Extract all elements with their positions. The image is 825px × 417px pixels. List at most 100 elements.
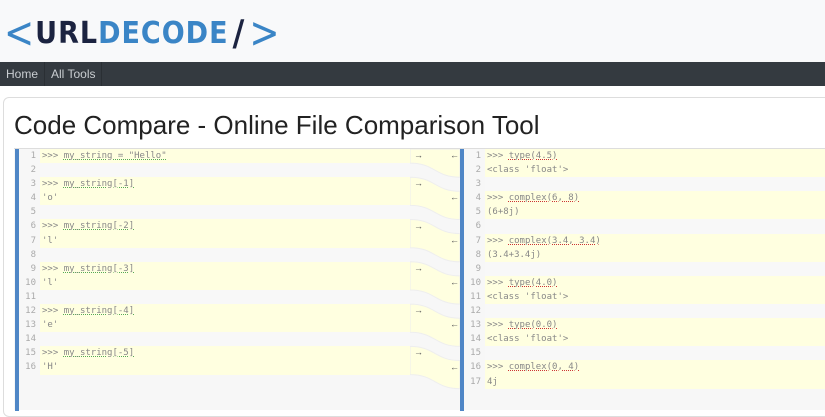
line-number: 9 [464, 261, 485, 276]
code-line: 15 >>> my_string[-5] [19, 346, 410, 361]
code-line: 17 4j [464, 374, 825, 389]
merge-right-icon[interactable]: → [414, 150, 423, 160]
line-code: (3.4+3.4j) [485, 247, 825, 262]
code-line: 15 [464, 346, 825, 361]
logo-slash: / [232, 12, 246, 54]
merge-right-icon[interactable]: → [414, 305, 423, 315]
code-line: 10 >>> type(4.0) [464, 275, 825, 290]
line-code: >>> complex(0, 4) [485, 360, 825, 375]
page-title: Code Compare - Online File Comparison To… [14, 110, 540, 140]
line-code: >>> complex(6, 8) [485, 191, 825, 206]
code-line: 9 [464, 261, 825, 276]
code-line: 11 [19, 289, 410, 305]
line-code: >>> type(4.0) [485, 275, 825, 290]
line-number: 5 [19, 205, 40, 220]
line-number: 4 [19, 191, 40, 206]
code-line: 6 [464, 219, 825, 234]
merge-right-icon[interactable]: → [414, 263, 423, 273]
code-line: 5 (6+8j) [464, 205, 825, 220]
code-line: 14 <class 'float'> [464, 332, 825, 347]
code-line: 7'l' [19, 233, 410, 248]
merge-right-icon[interactable]: → [414, 178, 423, 188]
logo-bracket-right: > [249, 7, 281, 59]
code-line: 9 >>> my_string[-3] [19, 261, 410, 276]
line-code: <class 'float'> [485, 289, 825, 305]
logo-decode: DECODE [98, 15, 229, 51]
code-line: 11 <class 'float'> [464, 289, 825, 305]
line-number: 16 [464, 360, 485, 375]
line-code [485, 261, 825, 276]
code-line: 14 [19, 332, 410, 347]
merge-left-icon[interactable]: ← [450, 235, 459, 245]
line-number: 16 [19, 360, 40, 375]
merge-right-icon[interactable]: → [414, 221, 423, 231]
line-code [485, 304, 825, 319]
line-code: >>> my_string[-4] [40, 304, 410, 319]
urldecode-logo[interactable]: < URL DECODE / > [4, 7, 281, 59]
code-line: 8 [19, 247, 410, 262]
line-number: 7 [464, 233, 485, 248]
header: < URL DECODE / > [0, 0, 825, 62]
line-code: >>> type(4.5) [485, 149, 825, 164]
line-code: >>> type(0.0) [485, 318, 825, 333]
code-line: 7 >>> complex(3.4, 3.4) [464, 233, 825, 248]
code-line: 16 >>> complex(0, 4) [464, 360, 825, 375]
line-number: 2 [464, 163, 485, 178]
merge-right-icon[interactable]: → [414, 347, 423, 357]
line-code [485, 219, 825, 234]
line-number: 5 [464, 205, 485, 220]
line-number: 9 [19, 261, 40, 276]
merge-left-icon[interactable]: ← [450, 319, 459, 329]
line-number: 6 [19, 219, 40, 234]
code-line: 12 [464, 304, 825, 319]
line-code: <class 'float'> [485, 163, 825, 178]
line-number: 11 [19, 289, 40, 305]
code-line: 6 >>> my_string[-2] [19, 219, 410, 234]
line-number: 1 [19, 149, 40, 164]
code-line: 2 [19, 163, 410, 178]
line-number: 13 [19, 318, 40, 333]
line-code [40, 163, 410, 178]
line-number: 8 [19, 247, 40, 262]
nav-all-tools[interactable]: All Tools [45, 62, 103, 86]
line-number: 12 [19, 304, 40, 319]
logo-bracket-left: < [4, 7, 36, 59]
nav-home[interactable]: Home [0, 62, 46, 86]
diff-editor: 1 >>> my_string = "Hello" 2 3 >>> my_string[… [14, 148, 825, 411]
navbar: Home All Tools [0, 62, 825, 86]
line-code [40, 205, 410, 220]
line-number: 3 [464, 177, 485, 192]
merge-left-icon[interactable]: ← [450, 150, 459, 160]
line-number: 8 [464, 247, 485, 262]
line-number: 15 [19, 346, 40, 361]
merge-left-icon[interactable]: ← [450, 277, 459, 287]
line-code: >>> complex(3.4, 3.4) [485, 233, 825, 248]
line-number: 10 [19, 275, 40, 290]
line-number: 10 [464, 275, 485, 290]
line-number: 4 [464, 191, 485, 206]
code-line: 1 >>> type(4.5) [464, 149, 825, 164]
line-code: >>> my_string = "Hello" [40, 149, 410, 164]
line-code [485, 177, 825, 192]
code-line: 8 (3.4+3.4j) [464, 247, 825, 262]
line-code: >>> my_string[-1] [40, 177, 410, 192]
line-code [40, 289, 410, 305]
line-number: 12 [464, 304, 485, 319]
line-number: 14 [19, 332, 40, 347]
line-code: 'o' [40, 191, 410, 206]
line-number: 2 [19, 163, 40, 178]
line-number: 6 [464, 219, 485, 234]
line-code: 'l' [40, 275, 410, 290]
code-line: 5 [19, 205, 410, 220]
line-code: >>> my_string[-5] [40, 346, 410, 361]
line-number: 13 [464, 318, 485, 333]
merge-left-icon[interactable]: ← [450, 362, 459, 372]
line-number: 1 [464, 149, 485, 164]
line-number: 14 [464, 332, 485, 347]
left-pane[interactable]: 1 >>> my_string = "Hello" 2 3 >>> my_string[… [19, 149, 410, 411]
line-code [40, 332, 410, 347]
merge-left-icon[interactable]: ← [450, 192, 459, 202]
right-pane[interactable]: 1 >>> type(4.5) 2 <class 'float'> 3 4 >>> comp… [464, 149, 825, 411]
code-line: 4'o' [19, 191, 410, 206]
line-number: 7 [19, 233, 40, 248]
